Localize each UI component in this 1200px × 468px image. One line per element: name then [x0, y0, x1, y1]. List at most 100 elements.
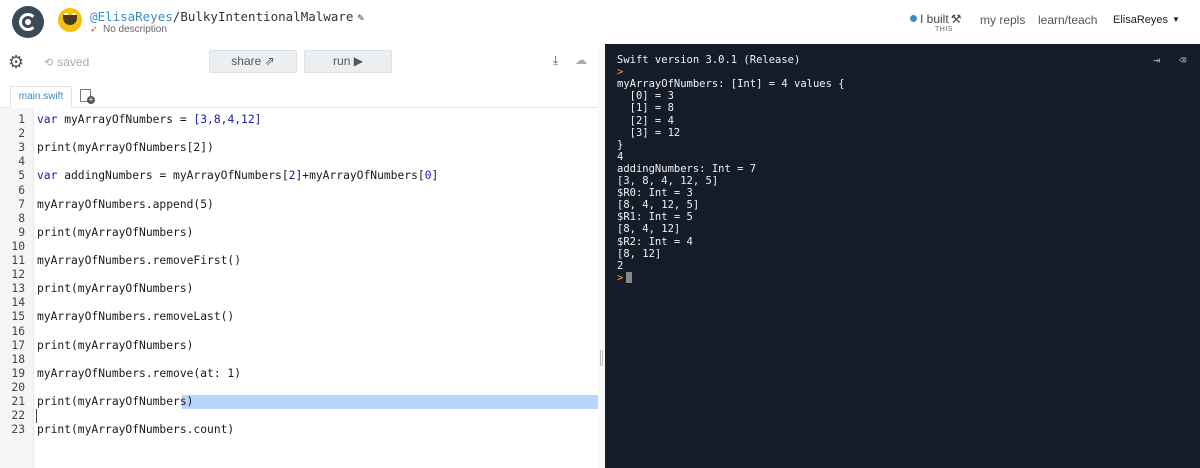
console-pane[interactable]: ⇥ ⌫ Swift version 3.0.1 (Release) > myArra… [605, 44, 1200, 468]
i-built-this-button[interactable]: I built ⚒ [910, 12, 961, 26]
swift-icon: ➶ [90, 24, 98, 34]
code-line[interactable]: 17 print(myArrayOfNumbers) [0, 339, 598, 353]
code-text: myArrayOfNumbers.removeLast() [37, 310, 235, 324]
line-number: 23 [11, 423, 25, 437]
code-line[interactable]: 7 myArrayOfNumbers.append(5) [0, 198, 598, 212]
description-text: No description [103, 24, 167, 35]
code-editor[interactable]: 1 var myArrayOfNumbers = [3,8,4,12] 2 3 prin… [0, 108, 598, 468]
exit-icon[interactable]: ⇥ [1153, 53, 1160, 67]
line-number: 10 [11, 239, 25, 253]
console-output-line: [8, 4, 12] [617, 223, 681, 236]
new-file-icon[interactable]: + [80, 89, 95, 104]
code-text: print(myArrayOfNumbers[2]) [37, 141, 214, 155]
code-text: print(myArrayOfNumbers) [37, 338, 194, 352]
code-text: myArrayOfNumbers.append(5) [37, 197, 214, 211]
prompt-icon: > [617, 66, 624, 79]
code-line[interactable]: 2 [0, 127, 598, 141]
code-line[interactable]: 1 var myArrayOfNumbers = [3,8,4,12] [0, 113, 598, 127]
code-line[interactable]: 14 [0, 296, 598, 310]
replit-logo-icon[interactable] [12, 6, 44, 38]
code-line[interactable]: 12 [0, 268, 598, 282]
line-number: 8 [18, 211, 25, 225]
share-button[interactable]: share ⇗ [209, 50, 297, 73]
code-line[interactable]: 23 print(myArrayOfNumbers.count) [0, 423, 598, 437]
code-line[interactable]: 10 [0, 240, 598, 254]
description[interactable]: ➶ No description [90, 24, 167, 35]
code-line[interactable]: 6 [0, 184, 598, 198]
clear-console-icon[interactable]: ⌫ [1179, 53, 1186, 67]
hammer-icon: ⚒ [950, 12, 962, 26]
console-prompt: > [617, 66, 623, 78]
line-number: 13 [11, 282, 25, 296]
line-number: 5 [18, 169, 25, 183]
tab-main-swift[interactable]: main.swift [10, 86, 72, 108]
share-icon: ⇗ [264, 54, 275, 68]
code-text: print(myArrayOfNumbers.count) [37, 423, 235, 437]
code-line[interactable]: 20 [0, 381, 598, 395]
repl-title: @ElisaReyes/BulkyIntentionalMalware ✎ [90, 9, 364, 24]
line-number: 21 [11, 395, 25, 408]
console-output-line: [8, 4, 12, 5] [617, 199, 700, 212]
code-line[interactable]: 13 print(myArrayOfNumbers) [0, 282, 598, 296]
code-line[interactable]: 22 [0, 409, 598, 423]
status-dot [910, 15, 917, 22]
console-output-line: $R0: Int = 3 [617, 187, 693, 200]
cloud-icon[interactable]: ☁ [575, 53, 587, 67]
code-line[interactable]: 3 print(myArrayOfNumbers[2]) [0, 141, 598, 155]
line-number: 4 [18, 155, 25, 169]
nav-my-repls[interactable]: my repls [980, 13, 1025, 27]
repl-name[interactable]: BulkyIntentionalMalware [180, 9, 353, 24]
gear-icon[interactable]: ⚙ [8, 52, 24, 72]
console-output-line: $R2: Int = 4 [617, 235, 693, 248]
avatar-icon[interactable] [58, 8, 82, 32]
file-tabs: main.swift + [0, 80, 598, 108]
literal: [3,8,4,12] [193, 113, 262, 126]
console-output-line: [3] = 12 [617, 126, 681, 139]
run-button[interactable]: run ▶ [304, 50, 392, 73]
nav-learn-teach[interactable]: learn/teach [1038, 13, 1097, 27]
code-line[interactable]: 21 print(myArrayOfNumbers) [0, 395, 598, 410]
chevron-down-icon: ▼ [1172, 15, 1180, 24]
console-output-line: 2 [617, 259, 624, 272]
line-number: 2 [18, 127, 25, 141]
ibuilt-sub-label: THIS [935, 26, 953, 33]
code-line[interactable]: 11 myArrayOfNumbers.removeFirst() [0, 254, 598, 268]
line-number: 16 [11, 324, 25, 338]
saved-status: ⟲ saved [44, 55, 89, 69]
line-number: 6 [18, 183, 25, 197]
line-number: 3 [18, 141, 25, 155]
owner-link[interactable]: @ElisaReyes [90, 9, 173, 24]
line-number: 14 [11, 296, 25, 310]
line-number: 19 [11, 366, 25, 380]
console-output-line: [3, 8, 4, 12, 5] [617, 175, 719, 187]
console-cursor [626, 271, 633, 283]
download-icon[interactable]: ⤓ [553, 53, 558, 68]
code-line[interactable]: 19 myArrayOfNumbers.remove(at: 1) [0, 367, 598, 381]
editor-pane: ⚙ ⟲ saved share ⇗ run ▶ ⤓ ☁ main.swift + … [0, 44, 598, 468]
console-output-line: [2] = 4 [617, 114, 674, 127]
console-output-line: [0] = 3 [617, 90, 674, 103]
splitter-grip-icon[interactable] [600, 350, 603, 366]
text-cursor [36, 409, 37, 424]
code-line[interactable]: 16 [0, 325, 598, 339]
line-number: 12 [11, 268, 25, 282]
line-number: 11 [11, 254, 25, 267]
code-text: print(myArrayOfNumbers) [37, 282, 194, 296]
code-text: print(myArrayOfNumbers) [37, 395, 194, 408]
saved-label: saved [57, 55, 90, 69]
pencil-icon[interactable]: ✎ [357, 11, 364, 24]
code-line[interactable]: 8 [0, 212, 598, 226]
code-line[interactable]: 4 [0, 155, 598, 169]
line-number: 22 [11, 409, 25, 423]
console-prompt: > [617, 271, 633, 284]
header: @ElisaReyes/BulkyIntentionalMalware ✎ ➶ No… [0, 0, 1200, 44]
line-number: 1 [18, 113, 25, 126]
user-menu[interactable]: ElisaReyes ▼ [1113, 14, 1180, 26]
code-line[interactable]: 18 [0, 353, 598, 367]
code-line[interactable]: 5 var addingNumbers = myArrayOfNumbers[2]… [0, 169, 598, 183]
code-line[interactable]: 9 print(myArrayOfNumbers) [0, 226, 598, 240]
code-line[interactable]: 15 myArrayOfNumbers.removeLast() [0, 310, 598, 324]
line-number: 7 [18, 197, 25, 211]
console-output-line: addingNumbers: Int = 7 [617, 162, 757, 175]
pane-splitter[interactable] [598, 44, 605, 468]
